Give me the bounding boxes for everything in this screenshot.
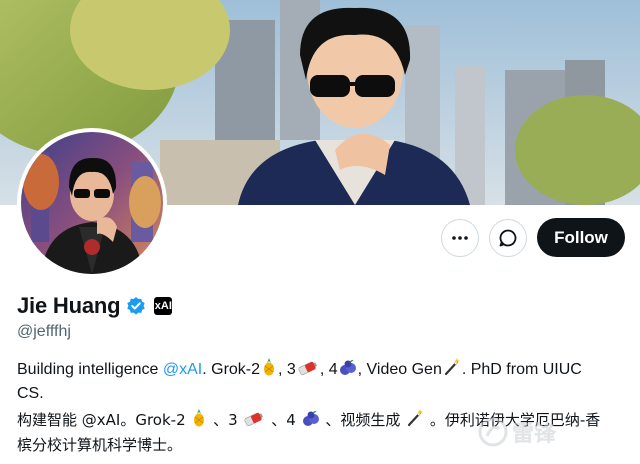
verified-badge-icon[interactable]	[126, 296, 146, 316]
bio-text: , 4	[319, 361, 338, 378]
more-button[interactable]	[441, 219, 479, 257]
magic-wand-icon	[406, 409, 424, 434]
message-button[interactable]	[489, 219, 527, 257]
blueberries-icon	[339, 359, 357, 383]
pineapple-icon	[191, 409, 207, 434]
watermark: 雷锋	[478, 416, 556, 448]
mention-link[interactable]: @xAI	[163, 361, 202, 378]
bio-text: 、4	[266, 411, 301, 429]
profile-name-row: Jie Huang xAI	[17, 293, 173, 319]
bio-english: Building intelligence @xAI. Grok-2 , 3 , 4…	[17, 358, 612, 405]
follow-button[interactable]: Follow	[537, 218, 625, 257]
display-name: Jie Huang	[17, 293, 121, 318]
affiliation-badge[interactable]: xAI	[154, 297, 173, 315]
more-horizontal-icon	[452, 236, 468, 240]
magic-wand-icon	[443, 358, 461, 383]
watermark-text: 雷锋	[512, 422, 557, 447]
bio-text: 构建智能 @xAI。Grok-2	[17, 411, 191, 429]
message-bubble-icon	[499, 229, 517, 247]
bio-text: 、视频生成	[320, 411, 406, 429]
pineapple-icon	[261, 358, 277, 383]
profile-handle: @jefffhj	[17, 323, 71, 340]
avatar-image	[21, 132, 163, 274]
profile-avatar[interactable]	[17, 128, 167, 278]
blueberries-icon	[302, 410, 320, 434]
bio-text: . Grok-2	[202, 361, 261, 378]
battery-icon	[243, 411, 265, 434]
battery-icon	[297, 360, 319, 383]
bio-text: 、3	[208, 411, 243, 429]
bio-text: , Video Gen	[357, 361, 442, 378]
watermark-logo-icon	[478, 417, 508, 447]
bio-text: Building intelligence	[17, 361, 163, 378]
bio-text: , 3	[278, 361, 296, 378]
